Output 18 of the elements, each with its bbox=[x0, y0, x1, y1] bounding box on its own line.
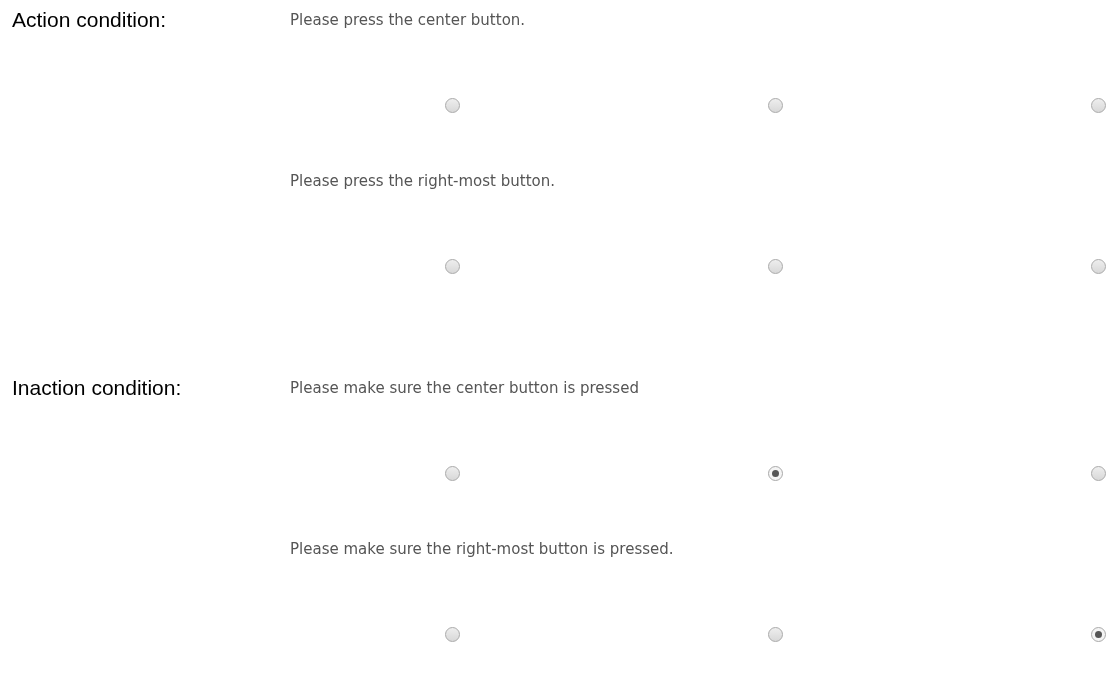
condition-label: Inaction condition: bbox=[12, 375, 182, 401]
question-text: Please make sure the right-most button is pressed. bbox=[290, 539, 674, 560]
radio-button[interactable] bbox=[445, 98, 460, 113]
question-text: Please press the right-most button. bbox=[290, 171, 555, 192]
condition-label: Action condition: bbox=[12, 7, 167, 33]
radio-button[interactable] bbox=[445, 466, 460, 481]
question-text: Please make sure the center button is pressed bbox=[290, 378, 639, 399]
radio-button[interactable] bbox=[445, 259, 460, 274]
radio-button[interactable] bbox=[1091, 98, 1106, 113]
radio-button[interactable] bbox=[768, 259, 783, 274]
question-text: Please press the center button. bbox=[290, 10, 526, 31]
radio-button[interactable] bbox=[445, 627, 460, 642]
radio-button[interactable] bbox=[768, 98, 783, 113]
radio-button[interactable] bbox=[1091, 627, 1106, 642]
radio-button[interactable] bbox=[768, 466, 783, 481]
radio-button[interactable] bbox=[768, 627, 783, 642]
radio-button[interactable] bbox=[1091, 259, 1106, 274]
radio-button[interactable] bbox=[1091, 466, 1106, 481]
